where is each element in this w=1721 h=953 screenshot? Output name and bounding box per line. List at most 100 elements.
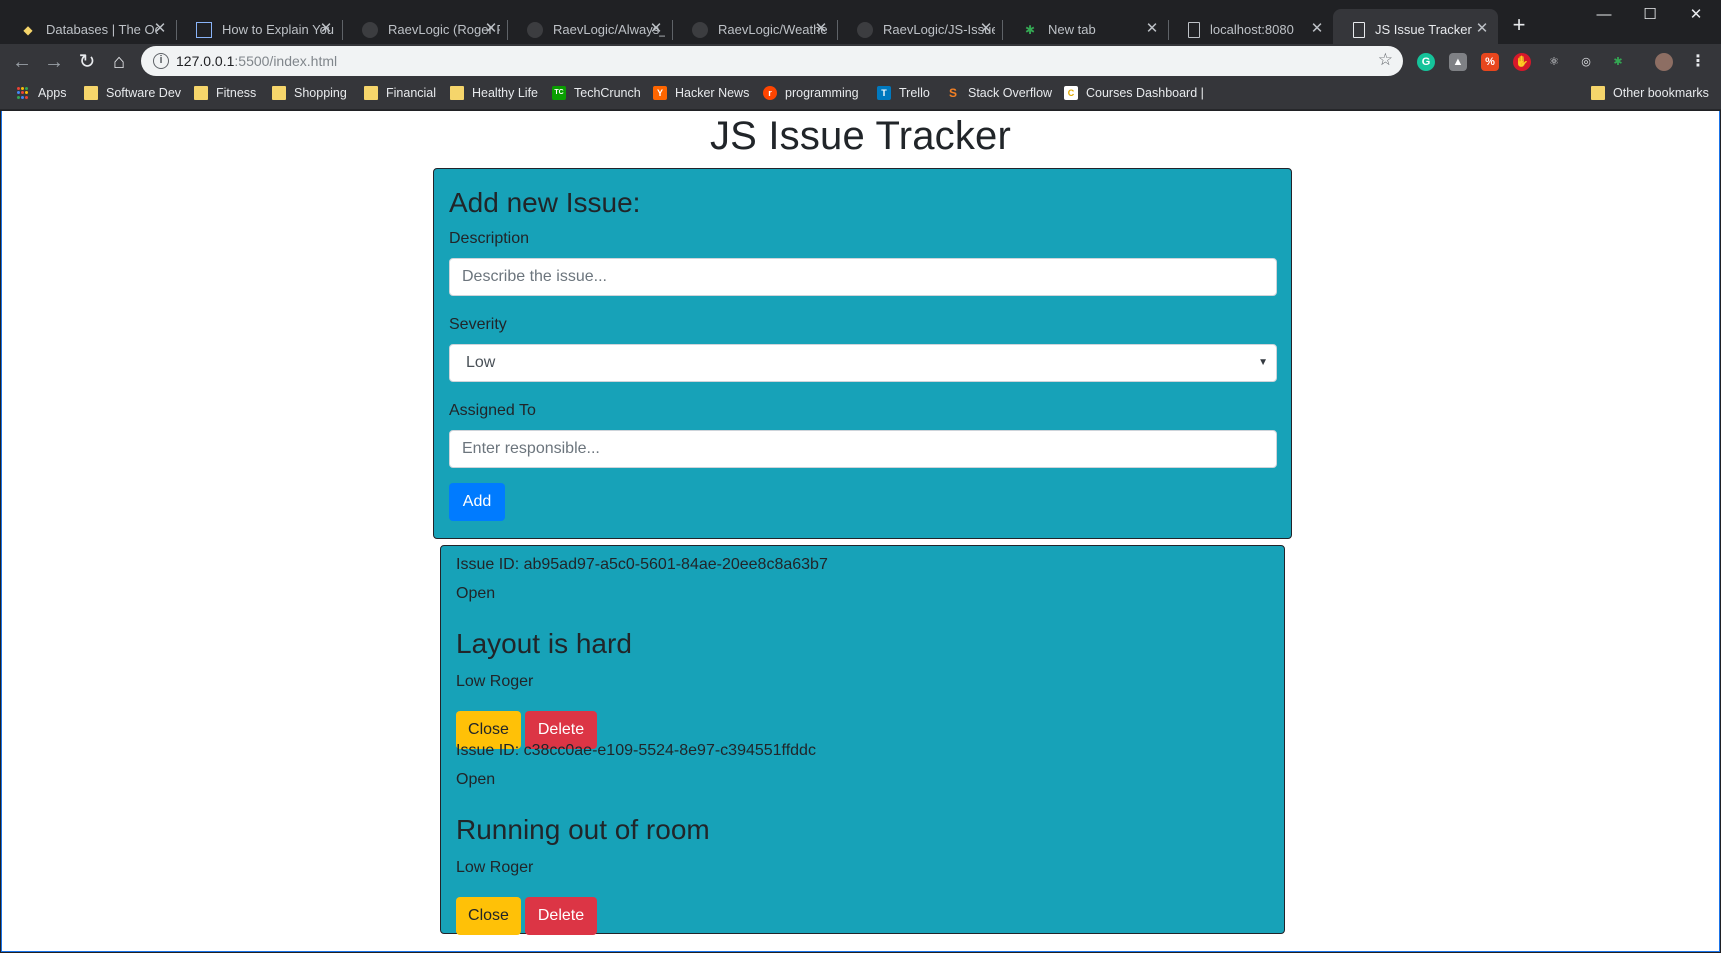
description-label: Description xyxy=(449,230,530,247)
bookmark-techcrunch[interactable]: TC TechCrunch xyxy=(552,86,641,100)
github-icon xyxy=(362,21,378,38)
github-icon xyxy=(692,21,708,38)
bookmark-label: TechCrunch xyxy=(574,86,641,100)
site-info-icon[interactable]: i xyxy=(153,53,169,69)
issue-status: Open xyxy=(456,585,496,602)
bookmark-software-dev[interactable]: Software Dev xyxy=(84,86,181,100)
assigned-to-placeholder: Enter responsible... xyxy=(462,440,600,457)
bookmark-label: Trello xyxy=(899,86,930,100)
bookmark-label: Financial xyxy=(386,86,437,100)
adblock-extension-icon[interactable]: ✋ xyxy=(1513,53,1531,71)
reload-icon[interactable]: ↻ xyxy=(73,48,101,76)
severity-select[interactable]: Low ▼ xyxy=(449,344,1277,382)
bookmark-label: Fitness xyxy=(216,86,257,100)
folder-icon xyxy=(84,86,98,100)
delete-issue-button[interactable]: Delete xyxy=(525,897,597,935)
new-tab-button[interactable]: + xyxy=(1506,13,1532,39)
react-devtools-icon[interactable]: ⚛ xyxy=(1545,53,1563,71)
back-arrow-icon[interactable]: ← xyxy=(8,48,36,76)
close-tab-icon[interactable]: ✕ xyxy=(483,21,499,37)
forward-arrow-icon[interactable]: → xyxy=(40,48,68,76)
extension-icon[interactable]: % xyxy=(1481,53,1499,71)
assigned-to-label: Assigned To xyxy=(449,402,536,419)
close-tab-icon[interactable]: ✕ xyxy=(318,21,334,37)
bookmark-shopping[interactable]: Shopping xyxy=(272,86,347,100)
techcrunch-icon: TC xyxy=(552,86,566,100)
odin-icon: ◆ xyxy=(23,22,33,37)
issues-list: Issue ID: ab95ad97-a5c0-5601-84ae-20ee8c… xyxy=(440,545,1285,935)
home-icon[interactable]: ⌂ xyxy=(105,48,133,76)
hacker-news-icon: Y xyxy=(653,86,667,100)
issue-status: Open xyxy=(456,771,496,788)
folder-icon xyxy=(194,86,208,100)
bookmark-label: Hacker News xyxy=(675,86,750,100)
folder-icon xyxy=(272,86,286,100)
address-bar[interactable]: i 127.0.0.1:5500/index.html ☆ xyxy=(141,46,1403,76)
close-tab-icon[interactable]: ✕ xyxy=(978,21,994,37)
chevron-down-icon: ▼ xyxy=(1258,357,1268,368)
severity-value: Low xyxy=(466,354,496,371)
issue-description: Layout is hard xyxy=(456,628,632,659)
close-tab-icon[interactable]: ✕ xyxy=(813,21,829,37)
close-tab-icon[interactable]: ✕ xyxy=(1474,21,1490,37)
page-icon xyxy=(1188,21,1200,38)
tab-title: JS Issue Tracker xyxy=(1375,22,1472,37)
bookmark-trello[interactable]: T Trello xyxy=(877,86,930,100)
bookmark-star-icon[interactable]: ☆ xyxy=(1378,50,1393,70)
apps-grid-icon xyxy=(16,86,30,100)
bookmark-apps[interactable]: Apps xyxy=(16,86,67,100)
form-heading: Add new Issue: xyxy=(449,187,641,218)
bookmark-fitness[interactable]: Fitness xyxy=(194,86,256,100)
close-tab-icon[interactable]: ✕ xyxy=(1144,21,1160,37)
window-close-icon[interactable]: ✕ xyxy=(1673,4,1719,28)
bookmark-healthy-life[interactable]: Healthy Life xyxy=(450,86,538,100)
menu-kebab-icon[interactable]: ⋮ xyxy=(1689,53,1707,71)
issue-severity-assignee: Low Roger xyxy=(456,859,534,876)
bookmark-label: Stack Overflow xyxy=(968,86,1053,100)
tab-strip: ◆ Databases | The Od ✕ How to Explain Yo… xyxy=(0,0,1721,50)
grammarly-extension-icon[interactable]: G xyxy=(1417,53,1435,71)
avatar[interactable] xyxy=(1655,53,1673,71)
maximize-icon[interactable]: ☐ xyxy=(1627,4,1673,28)
browser-toolbar: ← → ↻ ⌂ i 127.0.0.1:5500/index.html ☆ G … xyxy=(0,44,1721,80)
stack-overflow-icon: S xyxy=(948,86,957,100)
issue-id: Issue ID: ab95ad97-a5c0-5601-84ae-20ee8c… xyxy=(456,556,828,573)
bookmark-courses-dashboard[interactable]: C Courses Dashboard | xyxy=(1064,86,1204,100)
bookmark-label: Healthy Life xyxy=(472,86,539,100)
trello-icon: T xyxy=(877,86,891,100)
bookmark-programming[interactable]: r programming xyxy=(763,86,859,100)
close-tab-icon[interactable]: ✕ xyxy=(648,21,664,37)
github-icon xyxy=(857,21,873,38)
bookmark-label: Courses Dashboard | xyxy=(1086,86,1204,100)
bookmark-label: Shopping xyxy=(294,86,347,100)
tab-title: localhost:8080 xyxy=(1210,22,1294,37)
bookmark-stack-overflow[interactable]: S Stack Overflow xyxy=(946,86,1052,100)
bookmark-label: Software Dev xyxy=(106,86,182,100)
grid-icon xyxy=(196,21,212,38)
close-tab-icon[interactable]: ✕ xyxy=(1309,21,1325,37)
bookmark-label: programming xyxy=(785,86,859,100)
description-input[interactable]: Describe the issue... xyxy=(449,258,1277,296)
folder-icon xyxy=(364,86,378,100)
close-tab-icon[interactable]: ✕ xyxy=(152,21,168,37)
bookmark-financial[interactable]: Financial xyxy=(364,86,436,100)
extension-icon[interactable]: ▲ xyxy=(1449,53,1467,71)
bookmark-other[interactable]: Other bookmarks xyxy=(1591,86,1709,100)
folder-icon xyxy=(450,86,464,100)
close-issue-button[interactable]: Close xyxy=(456,897,521,935)
courses-icon: C xyxy=(1064,86,1078,100)
minimize-icon[interactable]: — xyxy=(1581,4,1627,28)
page-viewport: JS Issue Tracker Add new Issue: Descript… xyxy=(1,111,1720,952)
bookmark-label: Apps xyxy=(38,86,67,100)
bookmark-hacker-news[interactable]: Y Hacker News xyxy=(653,86,749,100)
add-button[interactable]: Add xyxy=(449,483,505,521)
tri-color-extension-icon[interactable]: ✱ xyxy=(1609,53,1627,71)
github-icon xyxy=(527,21,543,38)
page-icon xyxy=(1353,21,1365,38)
url-text[interactable]: 127.0.0.1:5500/index.html xyxy=(176,53,337,69)
issue-severity-assignee: Low Roger xyxy=(456,673,534,690)
assigned-to-input[interactable]: Enter responsible... xyxy=(449,430,1277,468)
tab-title: Databases | The Od xyxy=(46,22,158,37)
target-extension-icon[interactable]: ◎ xyxy=(1577,53,1595,71)
folder-icon xyxy=(1591,86,1605,100)
